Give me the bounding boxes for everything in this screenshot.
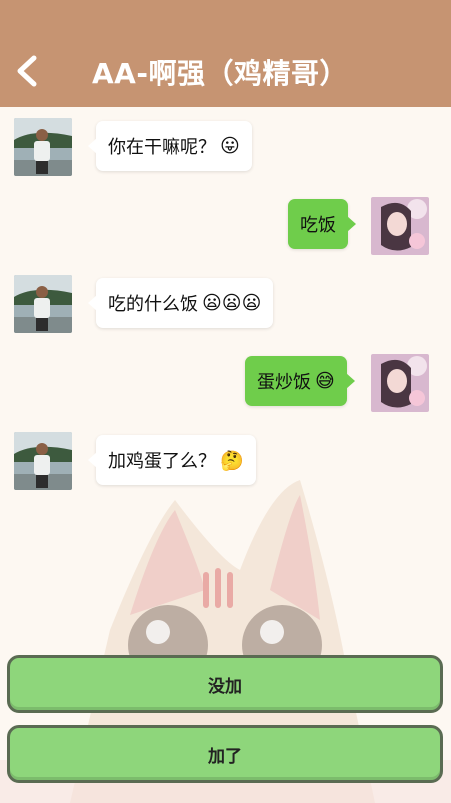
reply-option-added-button[interactable]: 加了 xyxy=(7,725,443,783)
message-bubble-outgoing: 蛋炒饭 😅 xyxy=(245,356,355,406)
message-bubble-incoming: 你在干嘛呢？ 😛 xyxy=(88,121,252,171)
contact-avatar[interactable] xyxy=(14,118,72,176)
emoji: 😅 xyxy=(315,370,335,392)
message-bubble-outgoing: 吃饭 xyxy=(288,199,356,249)
chat-header: AA-啊强（鸡精哥） xyxy=(0,0,451,107)
contact-avatar[interactable] xyxy=(14,275,72,333)
message-text: 加鸡蛋了么？ xyxy=(108,451,216,472)
user-avatar[interactable] xyxy=(371,354,429,412)
message-bubble-incoming: 吃的什么饭 😦😦😦 xyxy=(87,278,274,328)
message-text: 你在干嘛呢？ xyxy=(108,137,216,158)
chevron-left-icon xyxy=(17,55,37,87)
message-text: 吃的什么饭 xyxy=(108,294,198,315)
chat-title: AA-啊强（鸡精哥） xyxy=(92,57,348,90)
emoji: 🤔 xyxy=(220,449,244,472)
back-button[interactable] xyxy=(10,50,46,92)
reply-option-not-added-button[interactable]: 没加 xyxy=(7,655,443,713)
contact-avatar[interactable] xyxy=(14,432,72,490)
message-bubble-incoming: 加鸡蛋了么？ 🤔 xyxy=(88,435,256,485)
message-text: 吃饭 xyxy=(300,215,336,236)
user-avatar[interactable] xyxy=(371,197,429,255)
message-text: 蛋炒饭 xyxy=(257,372,311,393)
emoji: 😦😦😦 xyxy=(202,292,262,314)
emoji: 😛 xyxy=(220,135,240,157)
